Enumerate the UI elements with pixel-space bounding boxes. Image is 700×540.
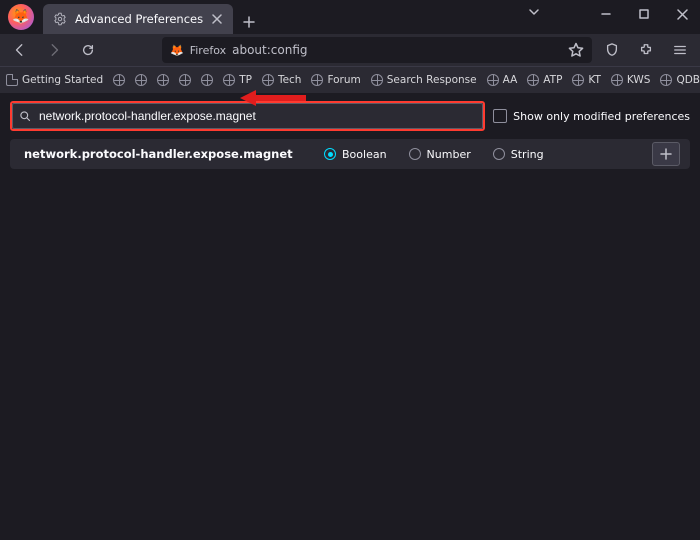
bookmark-item[interactable] (157, 74, 169, 86)
bookmark-item[interactable]: KWS (611, 74, 651, 86)
extensions-button[interactable] (632, 36, 660, 64)
bookmark-item[interactable]: ATP (527, 74, 562, 86)
back-button[interactable] (6, 36, 34, 64)
radio-icon (324, 148, 336, 160)
bookmark-item[interactable]: AA (487, 74, 518, 86)
url-address: about:config (232, 43, 562, 57)
globe-icon (179, 74, 191, 86)
menu-button[interactable] (666, 36, 694, 64)
bookmark-getting-started[interactable]: Getting Started (6, 74, 103, 86)
bookmark-label: ATP (543, 74, 562, 86)
titlebar: 🦊 Advanced Preferences (0, 0, 700, 34)
radio-label: String (511, 148, 544, 161)
close-window-button[interactable] (664, 0, 700, 28)
globe-icon (262, 74, 274, 86)
globe-icon (311, 74, 323, 86)
globe-icon (611, 74, 623, 86)
pref-row: network.protocol-handler.expose.magnet B… (10, 139, 690, 169)
bookmark-bar: Getting Started TP Tech Forum Search Res… (0, 66, 700, 93)
tab-title: Advanced Preferences (75, 12, 203, 26)
firefox-icon: 🦊 (170, 44, 184, 57)
gear-icon (53, 12, 67, 26)
bookmark-label: KT (588, 74, 600, 86)
bookmark-item[interactable]: TP (223, 74, 252, 86)
browser-tab[interactable]: Advanced Preferences (43, 4, 233, 34)
search-icon (19, 110, 31, 122)
pref-search-input[interactable] (37, 108, 476, 124)
aboutconfig-content: Show only modified preferences network.p… (0, 93, 700, 177)
bookmark-star-icon[interactable] (568, 42, 584, 58)
globe-icon (371, 74, 383, 86)
url-bar[interactable]: 🦊 Firefox about:config (162, 37, 592, 63)
bookmark-item[interactable]: QDB (660, 74, 700, 86)
bookmark-label: Tech (278, 74, 302, 86)
url-identity: Firefox (190, 44, 226, 57)
forward-button[interactable] (40, 36, 68, 64)
bookmark-item[interactable] (201, 74, 213, 86)
globe-icon (157, 74, 169, 86)
show-modified-label: Show only modified preferences (513, 110, 690, 123)
bookmark-item[interactable]: Tech (262, 74, 302, 86)
bookmark-item[interactable]: Search Response (371, 74, 477, 86)
globe-icon (201, 74, 213, 86)
bookmark-item[interactable] (135, 74, 147, 86)
globe-icon (572, 74, 584, 86)
bookmark-item[interactable] (113, 74, 125, 86)
bookmark-item[interactable]: KT (572, 74, 600, 86)
bookmark-label: QDB (676, 74, 700, 86)
window-controls (588, 0, 700, 28)
globe-icon (113, 74, 125, 86)
bookmark-item[interactable] (179, 74, 191, 86)
bookmark-label: TP (239, 74, 252, 86)
annotation-arrow (240, 90, 306, 106)
pref-name: network.protocol-handler.expose.magnet (24, 147, 324, 161)
radio-label: Number (427, 148, 471, 161)
radio-icon (409, 148, 421, 160)
radio-icon (493, 148, 505, 160)
minimize-button[interactable] (588, 0, 624, 28)
globe-icon (527, 74, 539, 86)
firefox-logo: 🦊 (8, 4, 34, 30)
show-modified-toggle[interactable]: Show only modified preferences (493, 109, 690, 123)
maximize-button[interactable] (626, 0, 662, 28)
bookmark-label: AA (503, 74, 518, 86)
bookmark-label: Forum (327, 74, 360, 86)
radio-string[interactable]: String (493, 148, 544, 161)
radio-label: Boolean (342, 148, 387, 161)
bookmark-label: KWS (627, 74, 651, 86)
pref-type-radios: Boolean Number String (324, 148, 544, 161)
globe-icon (487, 74, 499, 86)
bookmark-label: Search Response (387, 74, 477, 86)
bookmark-item[interactable]: Forum (311, 74, 360, 86)
tab-close-button[interactable] (211, 13, 223, 25)
bookmark-label: Getting Started (22, 74, 103, 86)
shield-icon[interactable] (598, 36, 626, 64)
globe-icon (660, 74, 672, 86)
page-icon (6, 74, 18, 86)
globe-icon (135, 74, 147, 86)
navbar: 🦊 Firefox about:config (0, 34, 700, 66)
reload-button[interactable] (74, 36, 102, 64)
radio-boolean[interactable]: Boolean (324, 148, 387, 161)
checkbox-icon (493, 109, 507, 123)
tabs-dropdown-button[interactable] (528, 6, 540, 18)
new-tab-button[interactable] (237, 10, 261, 34)
radio-number[interactable]: Number (409, 148, 471, 161)
add-pref-button[interactable] (652, 142, 680, 166)
pref-search-field[interactable] (12, 103, 483, 129)
globe-icon (223, 74, 235, 86)
